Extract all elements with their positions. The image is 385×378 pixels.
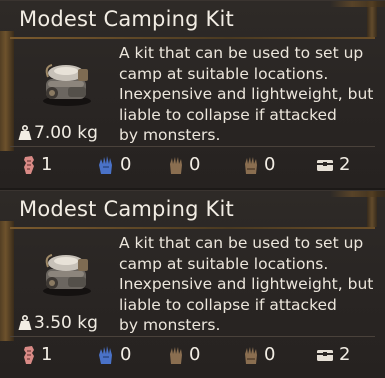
stat-agility-value: 0 [264,154,276,175]
stat-dexterity-value: 0 [189,154,201,175]
item-weight: 7.00 kg [18,123,98,143]
item-description: A kit that can be used to set up camp at… [119,44,374,144]
intellect-hand-icon [97,155,115,175]
dexterity-hand-icon [168,155,184,175]
weight-value: 7.00 kg [34,123,98,143]
stat-agility: 0 [243,344,275,365]
camping-kit-icon [38,57,96,109]
stat-intellect-value: 0 [120,344,132,365]
storage-chest-icon [316,157,334,173]
stat-slots-value: 2 [339,154,351,175]
tooltip-stack: Modest Camping Kit 7.00 kg A kit that ca… [0,0,385,378]
agility-hand-icon [243,345,259,365]
vine-decoration [330,1,385,7]
stats-divider [10,146,375,147]
agility-hand-icon [243,155,259,175]
weight-value: 3.50 kg [34,313,98,333]
intellect-hand-icon [97,345,115,365]
item-tooltip-card: Modest Camping Kit [0,0,385,188]
vine-decoration [0,221,14,341]
strength-fist-icon [22,345,36,365]
dexterity-hand-icon [168,345,184,365]
stat-slots-value: 2 [339,344,351,365]
stat-dexterity: 0 [168,154,200,175]
storage-chest-icon [316,347,334,363]
stat-strength: 1 [22,344,52,365]
camping-kit-icon [38,247,96,299]
vine-decoration [330,191,385,197]
item-description: A kit that can be used to set up camp at… [119,234,374,334]
stat-intellect-value: 0 [120,154,132,175]
stat-intellect: 0 [97,344,131,365]
item-title: Modest Camping Kit [19,197,234,221]
stat-strength-value: 1 [41,344,53,365]
weight-icon [18,314,32,331]
stat-slots: 2 [316,344,350,365]
weight-icon [18,124,32,141]
stat-strength-value: 1 [41,154,53,175]
stat-slots: 2 [316,154,350,175]
item-stats-row: 1 0 0 0 2 [0,338,385,374]
item-stats-row: 1 0 0 0 2 [0,148,385,184]
stats-divider [10,336,375,337]
stat-agility-value: 0 [264,344,276,365]
title-divider [10,37,375,39]
item-title: Modest Camping Kit [19,7,234,31]
item-weight: 3.50 kg [18,313,98,333]
title-divider [10,227,375,229]
vine-decoration [0,31,14,151]
stat-strength: 1 [22,154,52,175]
stat-dexterity: 0 [168,344,200,365]
item-tooltip-card: Modest Camping Kit [0,190,385,378]
stat-agility: 0 [243,154,275,175]
strength-fist-icon [22,155,36,175]
stat-dexterity-value: 0 [189,344,201,365]
stat-intellect: 0 [97,154,131,175]
